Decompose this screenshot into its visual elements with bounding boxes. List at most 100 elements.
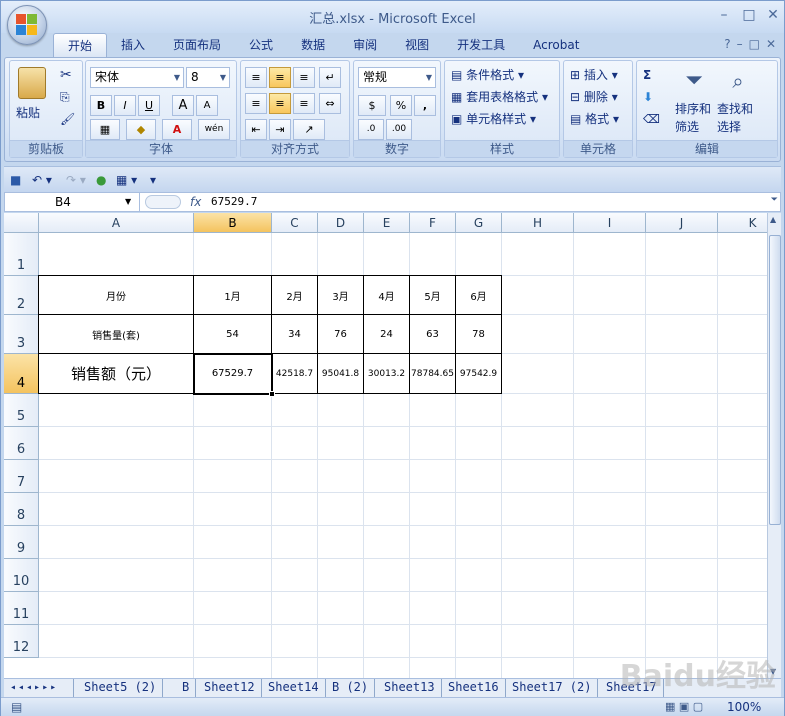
tab-data[interactable]: 数据	[287, 33, 339, 57]
increase-decimal-icon[interactable]: .0	[358, 119, 384, 140]
sheet-tab[interactable]: Sheet13	[378, 679, 442, 697]
cell-a2[interactable]: 月份	[38, 275, 194, 315]
insert-cells-button[interactable]: ⊞ 插入 ▾	[570, 65, 618, 85]
sheet-tab[interactable]: B	[176, 679, 197, 697]
sheet-tab[interactable]: B (2)	[326, 679, 376, 697]
tab-view[interactable]: 视图	[391, 33, 443, 57]
tab-acrobat[interactable]: Acrobat	[519, 33, 593, 57]
cell-b4[interactable]: 67529.7	[193, 353, 272, 394]
redo-icon[interactable]: ↷ ▾	[66, 170, 86, 190]
column-header-g[interactable]: G	[456, 213, 502, 233]
row-header-12[interactable]: 12	[4, 625, 39, 658]
align-middle-icon[interactable]: ≡	[269, 67, 291, 88]
currency-icon[interactable]: $	[358, 95, 386, 116]
cell-d2[interactable]: 3月	[317, 275, 364, 315]
increase-indent-icon[interactable]: ⇥	[269, 119, 291, 140]
font-size-select[interactable]: 8 ▼	[186, 67, 230, 88]
orientation-icon[interactable]: ↗	[293, 119, 325, 140]
cell-b2[interactable]: 1月	[193, 275, 272, 315]
cell-f2[interactable]: 5月	[409, 275, 456, 315]
conditional-formatting-button[interactable]: ▤ 条件格式 ▾	[451, 65, 524, 85]
merge-center-icon[interactable]: ⇔	[319, 93, 341, 114]
column-header-j[interactable]: J	[646, 213, 718, 233]
row-header-5[interactable]: 5	[4, 394, 39, 427]
tab-developer[interactable]: 开发工具	[443, 33, 519, 57]
column-header-c[interactable]: C	[272, 213, 318, 233]
office-button[interactable]	[7, 5, 47, 45]
column-header-h[interactable]: H	[502, 213, 574, 233]
print-preview-icon[interactable]: ●	[96, 170, 106, 190]
close-button[interactable]: ✕	[763, 7, 783, 23]
autosum-button[interactable]: Σ	[643, 65, 651, 85]
sheet-tab[interactable]: Sheet12	[198, 679, 262, 697]
name-box[interactable]: B4 ▼	[5, 193, 140, 211]
row-header-3[interactable]: 3	[4, 315, 39, 354]
copy-icon[interactable]: ⎘	[60, 87, 70, 107]
scroll-up-icon[interactable]: ▲	[770, 215, 776, 224]
sheet-tab[interactable]: Sheet16	[442, 679, 506, 697]
cell-b3[interactable]: 54	[193, 314, 272, 354]
align-top-icon[interactable]: ≡	[245, 67, 267, 88]
find-select-label-2[interactable]: 选择	[717, 117, 741, 137]
sheet-tab[interactable]: Sheet14	[262, 679, 326, 697]
column-header-f[interactable]: F	[410, 213, 456, 233]
row-header-1[interactable]: 1	[4, 233, 39, 276]
wrap-text-icon[interactable]: ↵	[319, 67, 341, 88]
column-header-k[interactable]: K	[718, 213, 767, 233]
paste-button[interactable]: 粘贴	[16, 103, 40, 123]
align-bottom-icon[interactable]: ≡	[293, 67, 315, 88]
row-header-7[interactable]: 7	[4, 460, 39, 493]
column-header-b[interactable]: B	[194, 213, 272, 233]
column-header-i[interactable]: I	[574, 213, 646, 233]
cell-f4[interactable]: 78784.65	[409, 353, 456, 394]
sheet-tab[interactable]: Sheet17 (2)	[506, 679, 599, 697]
font-color-button[interactable]: A	[162, 119, 192, 140]
cell-a3[interactable]: 销售量(套)	[38, 314, 194, 354]
underline-button[interactable]: U	[138, 95, 160, 116]
cell-c2[interactable]: 2月	[271, 275, 318, 315]
cell-e4[interactable]: 30013.2	[363, 353, 410, 394]
font-name-select[interactable]: 宋体 ▼	[90, 67, 184, 88]
align-right-icon[interactable]: ≡	[293, 93, 315, 114]
align-left-icon[interactable]: ≡	[245, 93, 267, 114]
view-normal-icon[interactable]: ▦ ▣ ▢	[665, 700, 703, 713]
percent-button[interactable]: %	[390, 95, 412, 116]
cut-icon[interactable]: ✂	[60, 65, 72, 85]
chart-icon[interactable]: ▦ ▾	[116, 170, 137, 190]
cell-d3[interactable]: 76	[317, 314, 364, 354]
cell-styles-button[interactable]: ▣ 单元格样式 ▾	[451, 109, 536, 129]
undo-icon[interactable]: ↶ ▾	[32, 170, 52, 190]
format-painter-icon[interactable]: 🖌	[60, 109, 75, 129]
decrease-decimal-icon[interactable]: .00	[386, 119, 412, 140]
cell-g2[interactable]: 6月	[455, 275, 502, 315]
worksheet-grid[interactable]: A B C D E F G H I J K 1 2 3 4 5 6 7 8 9 10 11 12 月份 1月 2月 3月 4月 5月 6月…	[4, 213, 767, 678]
minimize-button[interactable]: –	[714, 7, 734, 23]
row-header-6[interactable]: 6	[4, 427, 39, 460]
tab-page-layout[interactable]: 页面布局	[159, 33, 235, 57]
cell-e3[interactable]: 24	[363, 314, 410, 354]
italic-button[interactable]: I	[114, 95, 136, 116]
cell-c4[interactable]: 42518.7	[271, 353, 318, 394]
formula-input[interactable]: 67529.7	[211, 193, 257, 211]
tab-insert[interactable]: 插入	[107, 33, 159, 57]
delete-cells-button[interactable]: ⊟ 删除 ▾	[570, 87, 618, 107]
format-as-table-button[interactable]: ▦ 套用表格格式 ▾	[451, 87, 548, 107]
cell-e2[interactable]: 4月	[363, 275, 410, 315]
cell-a4[interactable]: 销售额（元）	[38, 353, 194, 394]
align-center-icon[interactable]: ≡	[269, 93, 291, 114]
row-header-8[interactable]: 8	[4, 493, 39, 526]
maximize-button[interactable]: □	[739, 7, 759, 23]
formula-bar-splitter[interactable]	[145, 195, 181, 209]
zoom-level[interactable]: 100%	[727, 700, 761, 714]
column-header-d[interactable]: D	[318, 213, 364, 233]
save-icon[interactable]: ■	[10, 170, 21, 190]
fill-color-icon[interactable]: ◆	[126, 119, 156, 140]
row-header-10[interactable]: 10	[4, 559, 39, 592]
column-header-e[interactable]: E	[364, 213, 410, 233]
macro-record-icon[interactable]: ▤	[11, 700, 22, 714]
insert-function-button[interactable]: fx	[190, 193, 201, 211]
expand-formula-bar-icon[interactable]: ⏷	[771, 195, 778, 205]
column-header-a[interactable]: A	[39, 213, 194, 233]
sheet-tab[interactable]: Sheet5 (2)	[78, 679, 164, 697]
fill-icon[interactable]: ⬇	[643, 87, 653, 107]
